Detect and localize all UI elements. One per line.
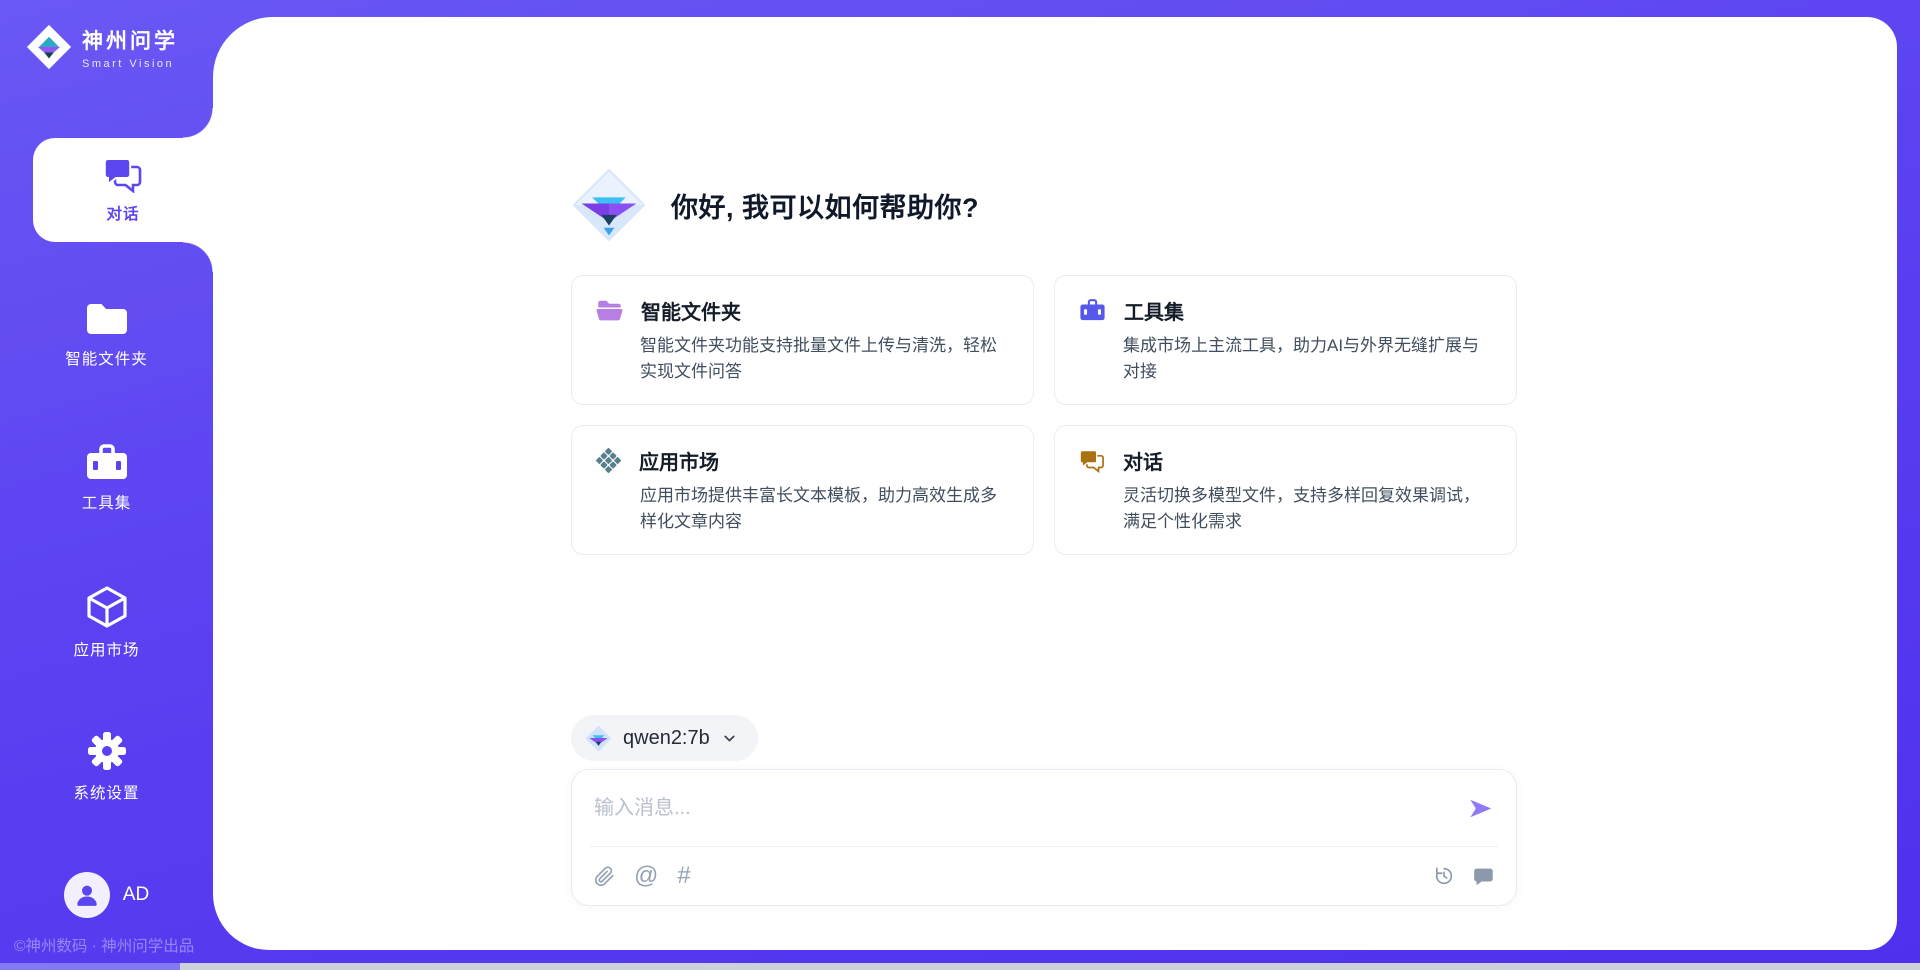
brand-title: 神州问学	[82, 25, 178, 55]
window-bottom-edge	[0, 963, 1920, 970]
sidebar-item-label: 系统设置	[73, 781, 139, 803]
send-icon	[1467, 795, 1494, 822]
sidebar-item-chat[interactable]: 对话	[33, 138, 213, 242]
model-name: qwen2:7b	[623, 727, 710, 750]
card-title: 工具集	[1124, 296, 1184, 325]
main-column: 你好, 我可以如何帮助你? 智能文件夹 智能文件夹功能支持批量文件上传与清洗，轻…	[571, 17, 1517, 906]
chat-bubble-icon	[1472, 865, 1494, 887]
brand-diamond-logo-icon	[26, 24, 72, 70]
toolbox-icon	[1079, 299, 1106, 322]
brand-diamond-logo-icon	[571, 167, 647, 243]
sidebar-item-label: 智能文件夹	[65, 347, 148, 369]
message-composer: @ #	[571, 769, 1517, 906]
sidebar-item-settings[interactable]: 系统设置	[0, 714, 213, 818]
message-input[interactable]	[594, 797, 1467, 820]
greeting-hero: 你好, 我可以如何帮助你?	[571, 167, 1517, 243]
chevron-down-icon	[721, 730, 738, 747]
app-background: 你好, 我可以如何帮助你? 智能文件夹 智能文件夹功能支持批量文件上传与清洗，轻…	[0, 0, 1920, 970]
sidebar: 神州问学 Smart Vision 对话	[0, 0, 213, 970]
avatar	[64, 872, 110, 918]
at-icon[interactable]: @	[634, 862, 658, 890]
history-button[interactable]	[1433, 865, 1455, 887]
greeting-text: 你好, 我可以如何帮助你?	[671, 186, 979, 225]
model-diamond-logo-icon	[585, 725, 612, 752]
grid-icon	[596, 448, 621, 473]
attach-button[interactable]	[594, 866, 615, 887]
user-avatar-icon	[74, 882, 100, 908]
sidebar-item-label: 工具集	[82, 491, 132, 513]
toolbox-icon	[85, 444, 129, 482]
card-description: 应用市场提供丰富长文本模板，助力高效生成多样化文章内容	[640, 483, 1009, 536]
chat-history-button[interactable]	[1472, 865, 1494, 887]
send-button[interactable]	[1467, 795, 1494, 822]
sidebar-item-smart-folder[interactable]: 智能文件夹	[0, 282, 213, 386]
card-chat[interactable]: 对话 灵活切换多模型文件，支持多样回复效果调试，满足个性化需求	[1054, 425, 1517, 555]
card-title: 对话	[1123, 446, 1163, 475]
brand-logo: 神州问学 Smart Vision	[0, 0, 213, 70]
card-description: 智能文件夹功能支持批量文件上传与清洗，轻松实现文件问答	[640, 333, 1009, 386]
sidebar-item-label: 对话	[106, 202, 139, 224]
card-smart-folder[interactable]: 智能文件夹 智能文件夹功能支持批量文件上传与清洗，轻松实现文件问答	[571, 275, 1034, 405]
card-title: 智能文件夹	[641, 296, 741, 325]
cube-icon	[85, 585, 129, 629]
card-description: 集成市场上主流工具，助力AI与外界无缝扩展与对接	[1123, 333, 1492, 386]
card-app-market[interactable]: 应用市场 应用市场提供丰富长文本模板，助力高效生成多样化文章内容	[571, 425, 1034, 555]
user-menu[interactable]: AD	[0, 872, 213, 918]
folder-icon	[596, 299, 623, 322]
paperclip-icon	[594, 866, 615, 887]
chat-icon	[1079, 449, 1105, 473]
user-name: AD	[123, 884, 149, 906]
history-icon	[1433, 865, 1455, 887]
chat-icon	[103, 157, 143, 193]
card-description: 灵活切换多模型文件，支持多样回复效果调试，满足个性化需求	[1123, 483, 1492, 536]
copyright-text: ©神州数码 · 神州问学出品	[14, 934, 194, 956]
card-title: 应用市场	[639, 446, 719, 475]
sidebar-item-app-market[interactable]: 应用市场	[0, 570, 213, 674]
sidebar-item-toolset[interactable]: 工具集	[0, 426, 213, 530]
brand-subtitle: Smart Vision	[82, 58, 178, 70]
feature-cards: 智能文件夹 智能文件夹功能支持批量文件上传与清洗，轻松实现文件问答	[571, 275, 1517, 555]
hash-icon[interactable]: #	[677, 862, 690, 890]
model-selector[interactable]: qwen2:7b	[571, 715, 758, 761]
gear-icon	[86, 730, 128, 772]
main-content: 你好, 我可以如何帮助你? 智能文件夹 智能文件夹功能支持批量文件上传与清洗，轻…	[213, 17, 1897, 950]
folder-icon	[85, 300, 129, 338]
card-toolset[interactable]: 工具集 集成市场上主流工具，助力AI与外界无缝扩展与对接	[1054, 275, 1517, 405]
sidebar-nav: 对话 智能文件夹	[0, 138, 213, 858]
sidebar-item-label: 应用市场	[73, 638, 139, 660]
